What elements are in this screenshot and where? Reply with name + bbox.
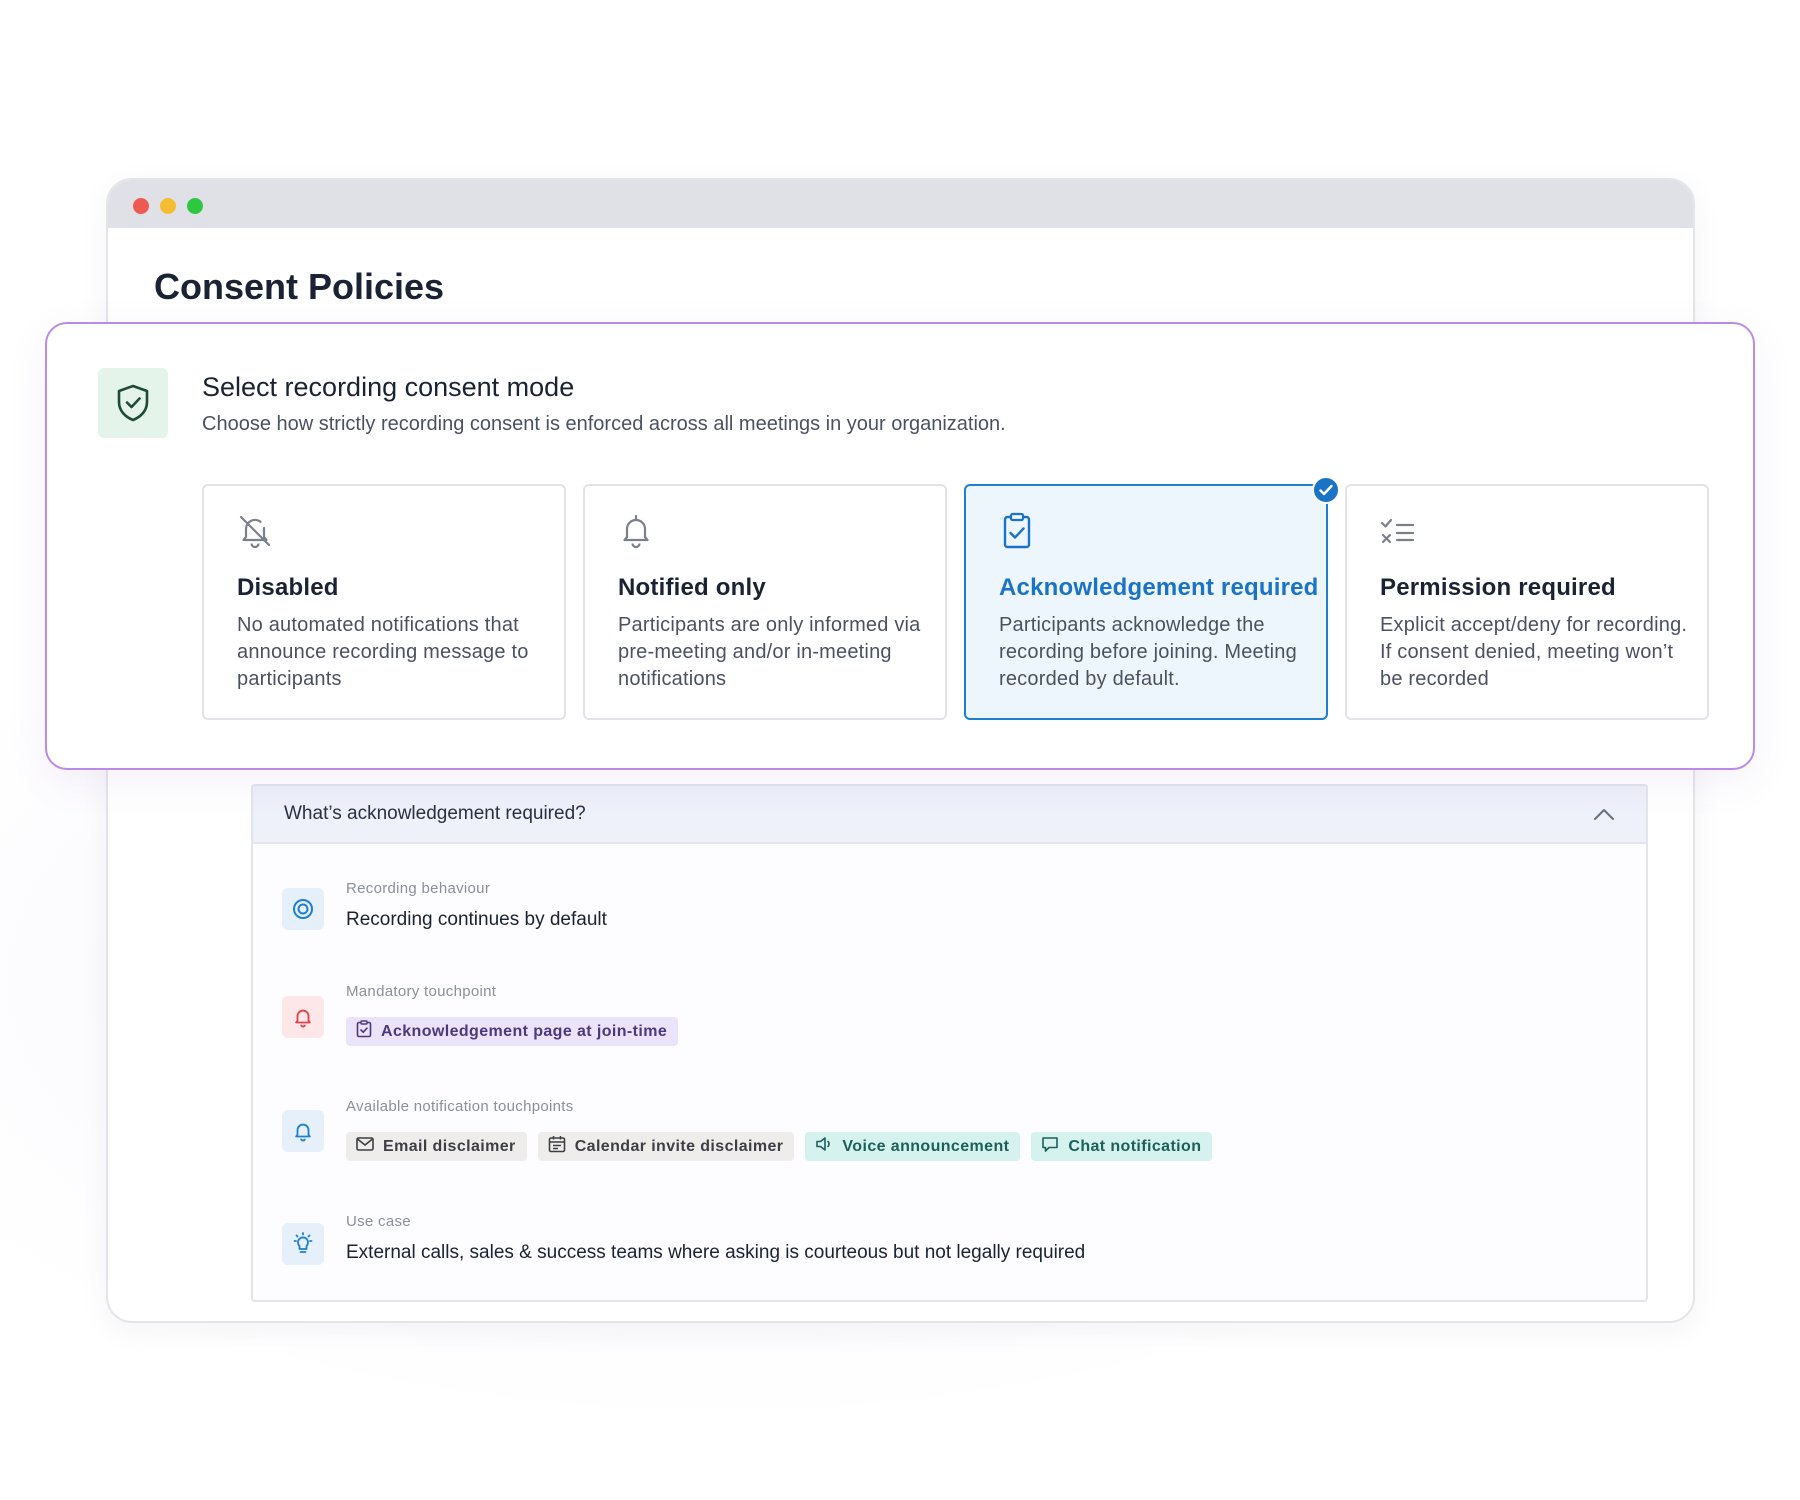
chevron-up-icon[interactable] [1592, 802, 1616, 826]
bell-off-icon [236, 512, 274, 550]
email-disclaimer-label: Email disclaimer [383, 1137, 516, 1155]
chat-icon [1041, 1136, 1059, 1158]
chat-notification-label: Chat notification [1068, 1137, 1202, 1155]
maximize-window-button[interactable] [187, 198, 203, 214]
mode-description: No automated notifications that announce… [237, 614, 529, 690]
available-touchpoints-label: Available notification touchpoints [346, 1098, 574, 1115]
voice-announcement-label: Voice announcement [842, 1137, 1010, 1155]
mode-option-disabled[interactable]: Disabled No automated notifications that… [202, 484, 566, 720]
calendar-icon [548, 1135, 566, 1158]
page-title: Consent Policies [154, 266, 445, 307]
close-window-button[interactable] [133, 198, 149, 214]
mode-title: Notified only [618, 574, 766, 601]
use-case-value: External calls, sales & success teams wh… [346, 1242, 1086, 1263]
speaker-icon [815, 1136, 833, 1157]
mode-option-notified-only[interactable]: Notified only Participants are only info… [583, 484, 947, 720]
accordion-title: What’s acknowledgement required? [284, 803, 586, 824]
clipboard-check-icon [998, 512, 1036, 550]
mode-title: Acknowledgement required [999, 574, 1319, 601]
use-case-label: Use case [346, 1213, 411, 1230]
bell-alert-icon [282, 996, 324, 1038]
mode-description: Participants are only informed via pre-m… [618, 614, 921, 690]
mandatory-touchpoint-chip-label: Acknowledgement page at join-time [381, 1022, 668, 1040]
mail-icon [356, 1137, 374, 1156]
mandatory-touchpoint-chip: Acknowledgement page at join-time [346, 1017, 679, 1046]
recording-behaviour-value: Recording continues by default [346, 909, 607, 930]
consent-mode-card: Select recording consent mode Choose how… [45, 322, 1755, 770]
mode-description: Participants acknowledge the recording b… [999, 614, 1297, 690]
recording-behaviour-label: Recording behaviour [346, 880, 491, 897]
checklist-icon [1379, 512, 1417, 550]
mandatory-touchpoint-label: Mandatory touchpoint [346, 983, 497, 1000]
mode-title: Disabled [237, 574, 339, 601]
accordion-header[interactable]: What’s acknowledgement required? [253, 786, 1646, 844]
details-accordion: What’s acknowledgement required? Recordi… [251, 784, 1648, 1302]
mode-title: Permission required [1380, 574, 1616, 601]
calendar-invite-label: Calendar invite disclaimer [574, 1137, 784, 1155]
bell-icon [617, 512, 655, 550]
mode-option-acknowledgement-required[interactable]: Acknowledgement required Participants ac… [964, 476, 1340, 720]
clipboard-check-icon [356, 1020, 372, 1043]
record-icon [282, 888, 324, 930]
shield-check-icon [98, 368, 168, 438]
window-titlebar [108, 180, 1693, 228]
selected-check-icon [1312, 476, 1340, 504]
chat-notification-chip: Chat notification [1031, 1132, 1213, 1161]
bell-icon [282, 1110, 324, 1152]
mode-description: Explicit accept/deny for recording. If c… [1380, 614, 1688, 690]
consent-mode-title: Select recording consent mode [202, 372, 575, 402]
voice-announcement-chip: Voice announcement [805, 1132, 1021, 1161]
email-disclaimer-chip: Email disclaimer [346, 1132, 527, 1161]
consent-mode-subtitle: Choose how strictly recording consent is… [202, 413, 1006, 435]
lightbulb-icon [282, 1223, 324, 1265]
minimize-window-button[interactable] [160, 198, 176, 214]
mode-option-permission-required[interactable]: Permission required Explicit accept/deny… [1345, 484, 1709, 720]
calendar-invite-chip: Calendar invite disclaimer [537, 1132, 795, 1161]
